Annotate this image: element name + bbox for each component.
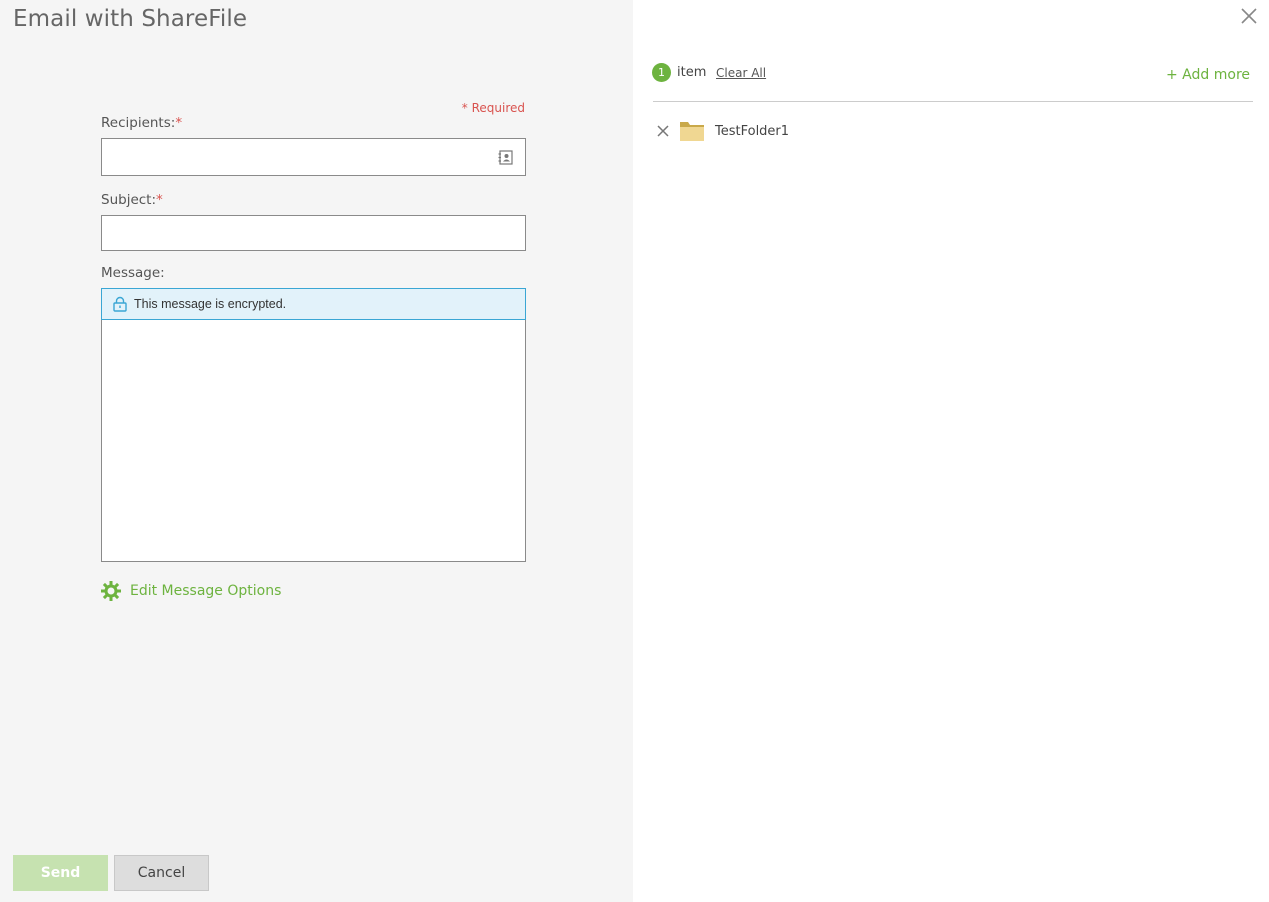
message-label: Message: (101, 265, 165, 281)
subject-field[interactable] (101, 215, 526, 251)
item-count-badge: 1 (652, 63, 671, 82)
recipients-label-text: Recipients: (101, 115, 176, 131)
close-icon[interactable] (1239, 6, 1259, 26)
remove-icon[interactable] (656, 124, 670, 138)
gear-icon (101, 581, 121, 601)
lock-icon (113, 296, 127, 312)
required-asterisk: * (175, 115, 183, 131)
recipients-input[interactable] (102, 139, 525, 175)
encryption-banner: This message is encrypted. (101, 288, 526, 320)
subject-label: Subject:* (101, 192, 163, 208)
cancel-button[interactable]: Cancel (114, 855, 209, 891)
recipients-label: Recipients:* (101, 115, 182, 131)
required-asterisk: * (156, 192, 163, 208)
edit-message-options-label: Edit Message Options (130, 583, 282, 599)
subject-input[interactable] (102, 216, 525, 250)
file-name: TestFolder1 (715, 123, 790, 139)
dialog-title: Email with ShareFile (13, 6, 248, 32)
list-item: TestFolder1 (653, 118, 789, 144)
edit-message-options-link[interactable]: Edit Message Options (101, 581, 281, 601)
required-note: * Required (461, 101, 525, 115)
folder-icon (680, 122, 704, 141)
item-count-label: item (677, 65, 707, 80)
add-more-link[interactable]: + Add more (1150, 67, 1250, 83)
compose-panel: Email with ShareFile * Required Recipien… (0, 0, 633, 902)
clear-all-link[interactable]: Clear All (716, 66, 766, 80)
subject-label-text: Subject: (101, 192, 157, 208)
divider (653, 101, 1253, 102)
encryption-notice: This message is encrypted. (134, 297, 287, 311)
message-textarea[interactable] (102, 321, 525, 561)
send-button[interactable]: Send (13, 855, 108, 891)
address-book-icon[interactable] (498, 150, 513, 165)
message-area[interactable] (102, 321, 525, 561)
recipients-field[interactable] (101, 138, 526, 176)
message-box: This message is encrypted. (101, 288, 526, 562)
